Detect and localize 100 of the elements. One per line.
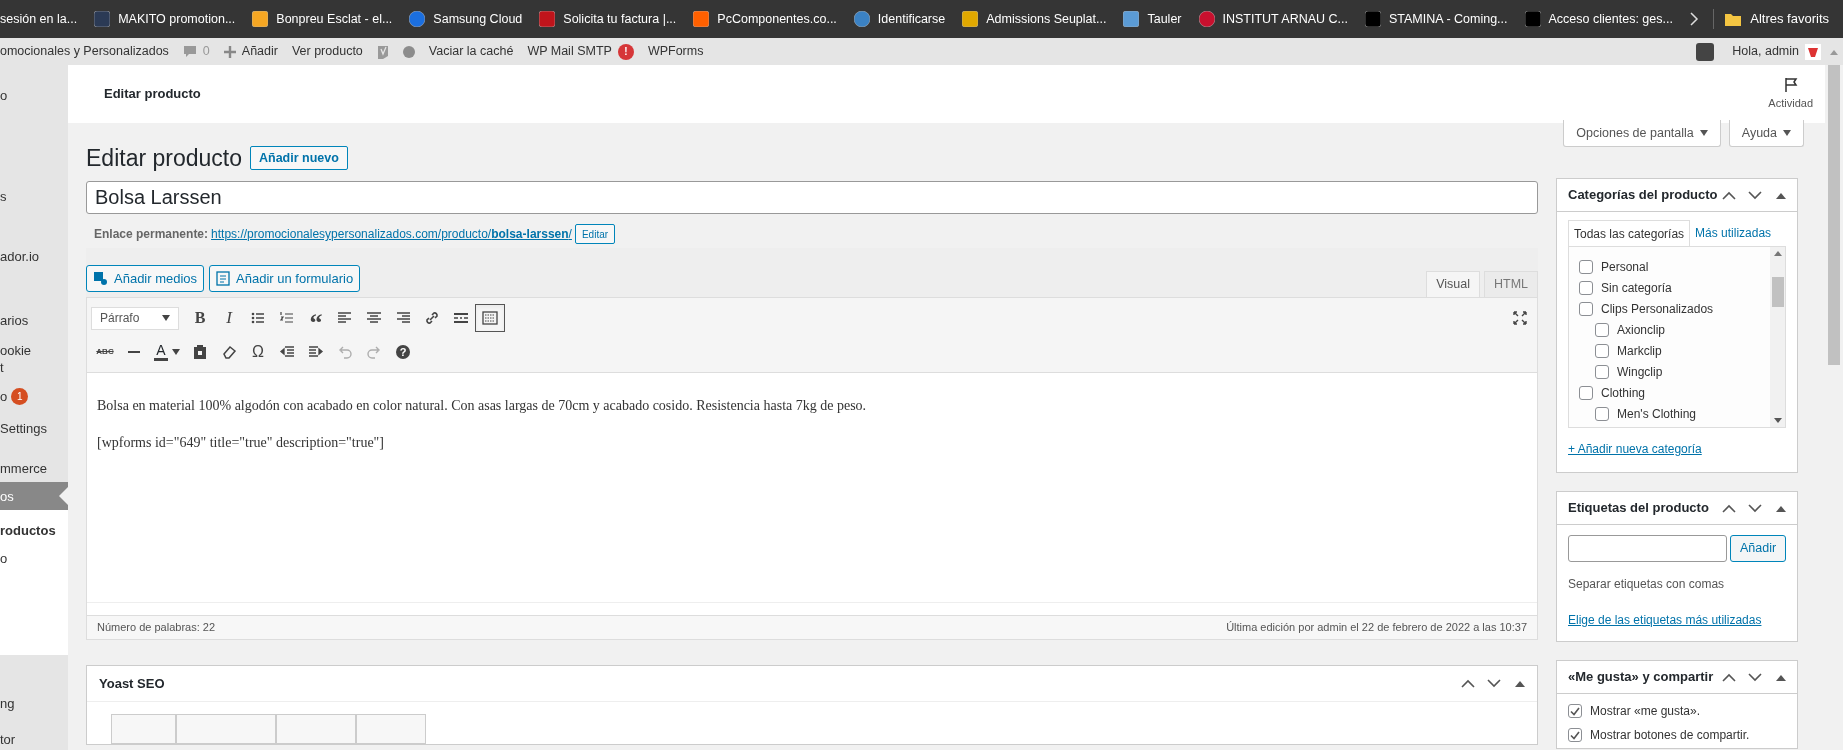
align-left-icon [337,310,353,326]
format-select[interactable]: Párrafo [91,306,179,330]
help-button[interactable]: ? [389,339,417,365]
product-title-input[interactable]: Bolsa Larssen [86,181,1538,214]
new-link[interactable]: Añadir [241,42,278,61]
move-down-icon [1748,503,1762,513]
sidebar-item[interactable]: ador.io [0,244,68,268]
view-product-link[interactable]: Ver producto [291,42,363,61]
site-name-link[interactable]: omocionales y Personalizados [0,42,169,61]
horizontal-line-icon [128,351,140,353]
option-label: Mostrar botones de compartir. [1590,727,1750,744]
chevron-right-icon [1689,12,1700,26]
add-tag-button[interactable]: Añadir [1730,535,1787,562]
media-button[interactable]: Añadir medios [86,265,205,292]
permalink-link[interactable]: https://promocionalesypersonalizados.com/producto/bolsa-larssen/ [211,225,572,243]
sidebar-item[interactable]: s [0,184,68,208]
editor-tab[interactable]: HTML [1483,271,1538,297]
editor-tab[interactable]: Visual [1426,271,1480,297]
checkbox[interactable] [1568,728,1582,742]
scrollbar-thumb[interactable] [1771,277,1784,307]
toolbar-toggle-icon [482,310,498,326]
greeting-link[interactable]: Hola, admin [1732,42,1799,61]
bookmark-link[interactable]: MAKITO promotion... [118,9,236,29]
sidebar-item[interactable]: os [0,482,68,510]
favicon-icon [409,11,426,27]
editor-content[interactable]: Bolsa en material 100% algodón con acabado en color natural. Con asas largas de 70cm y acabado cosido. Resistencia hasta 7kg de peso. [wpforms id="649" title="true" description="true"] [87,373,1537,603]
category-label: Axionclip [1617,322,1666,339]
checkmark-icon [1570,706,1580,716]
favicon-icon [1198,11,1215,27]
checkbox[interactable] [1579,386,1593,400]
sidebar-item[interactable]: arios [0,308,68,332]
indent-icon [308,344,324,360]
bookmark-link[interactable]: sesión en la... [0,9,78,29]
italic-button[interactable]: I [215,305,243,331]
flag-icon [1783,76,1798,93]
activity-button[interactable]: Actividad [1768,76,1813,112]
scrollbar[interactable] [1770,247,1785,427]
checkmark-icon [1570,730,1580,740]
bookmark-link[interactable]: STAMINA - Coming... [1389,9,1508,29]
checkbox[interactable] [1595,323,1609,337]
sidebar-item[interactable]: ng [0,691,68,715]
checkbox[interactable] [1595,407,1609,421]
text-color-button[interactable]: A [149,339,185,365]
checkbox[interactable] [1568,704,1582,718]
page-title: Editar producto [86,143,242,173]
checkbox[interactable] [1579,260,1593,274]
header-title: Editar producto [104,85,201,104]
popular-tags-link[interactable]: Elige de las etiquetas más utilizadas [1568,611,1786,629]
submenu-item[interactable]: o [0,545,68,571]
media-icon [93,271,108,286]
sidebar-item[interactable]: mmerce [0,456,68,480]
checkbox[interactable] [1579,302,1593,316]
word-count: Número de palabras: 22 [97,620,215,636]
edit-permalink-button[interactable]: Editar [574,224,616,244]
submenu-item[interactable]: roductos [0,518,68,544]
media-button[interactable]: Añadir un formulario [209,265,361,292]
strikethrough-button[interactable]: ABC [91,339,119,365]
move-up-icon [1461,679,1475,688]
favicon-icon [539,11,556,27]
blockquote-button[interactable]: “ [302,305,330,331]
checkbox[interactable] [1595,344,1609,358]
bookmark-link[interactable]: Solicita tu factura |... [563,9,677,29]
add-category-link[interactable]: + Añadir nueva categoría [1568,440,1786,458]
move-down-icon [1487,679,1501,688]
screen-options-button[interactable]: Ayuda [1728,120,1804,147]
checkbox[interactable] [1579,281,1593,295]
plus-icon [223,45,236,58]
align-right-icon [395,310,411,326]
sidebar-item[interactable]: o [0,83,68,107]
bookmark-link[interactable]: Tauler [1147,9,1182,29]
favicon-icon [94,11,111,27]
bookmark-link[interactable]: Acceso clientes: ges... [1548,9,1673,29]
category-label: Personal [1601,259,1649,276]
bookmark-link[interactable]: INSTITUT ARNAU C... [1222,9,1348,29]
bookmark-link[interactable]: Bonpreu Esclat - el... [276,9,393,29]
clipboard-icon [192,344,208,360]
bold-button[interactable]: B [186,305,214,331]
add-new-button[interactable]: Añadir nuevo [250,146,348,170]
bookmark-link[interactable]: PcComponentes.co... [717,9,837,29]
bookmarks-folder[interactable]: Altres favorits [1750,9,1829,29]
screen-options-button[interactable]: Opciones de pantalla [1563,120,1721,147]
special-character-button[interactable]: Ω [244,339,272,365]
category-tab[interactable]: Todas las categorías [1568,220,1691,246]
comment-icon [182,45,197,58]
bookmark-link[interactable]: Admissions Seuplat... [986,9,1107,29]
sidebar-item[interactable]: Settings [0,416,68,440]
move-up-icon [1722,503,1736,513]
sidebar-item[interactable]: o 1 [0,384,68,408]
bookmark-link[interactable]: Samsung Cloud [433,9,523,29]
sidebar-item[interactable]: tor [0,729,68,749]
checkbox[interactable] [1595,365,1609,379]
sidebar-item[interactable]: ookie t [0,341,68,377]
mail-smtp-link[interactable]: WP Mail SMTP [527,42,612,61]
tag-input[interactable] [1568,535,1727,562]
bookmark-link[interactable]: Identificarse [877,9,946,29]
category-tab[interactable]: Más utilizadas [1690,220,1777,246]
wpforms-link[interactable]: WPForms [647,42,704,61]
scrollbar-thumb[interactable] [1828,65,1840,365]
clear-cache-link[interactable]: Vaciar la caché [428,42,514,61]
category-label: Markclip [1617,343,1662,360]
